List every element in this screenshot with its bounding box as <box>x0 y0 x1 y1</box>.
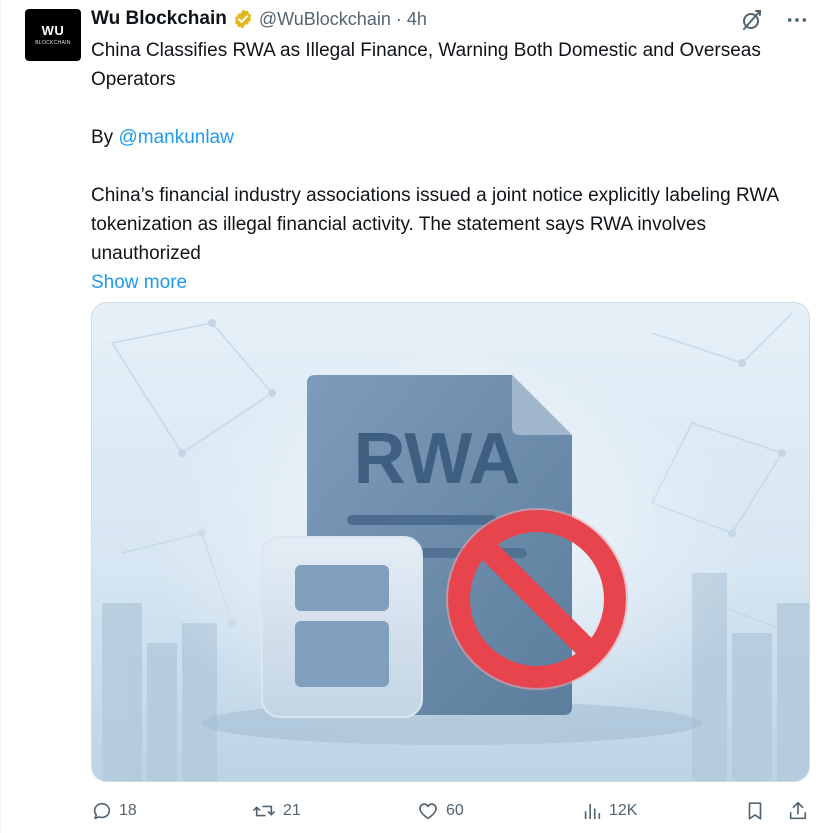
like-button[interactable]: 60 <box>416 800 464 822</box>
display-name[interactable]: Wu Blockchain <box>91 8 227 30</box>
views-count: 12K <box>609 802 638 819</box>
user-handle[interactable]: @WuBlockchain <box>259 9 391 30</box>
bookmark-icon <box>748 802 762 820</box>
tweet-text: China Classifies RWA as Illegal Finance,… <box>91 36 806 297</box>
tweet-timestamp[interactable]: 4h <box>407 9 427 30</box>
slash-circle-icon[interactable] <box>740 8 764 32</box>
show-more-link[interactable]: Show more <box>91 272 187 293</box>
avatar-logo-subtext: BLOCKCHAIN <box>35 40 71 46</box>
tweet-media-image[interactable]: RWA <box>91 302 810 782</box>
tweet-body-text: China’s financial industry associations … <box>91 185 779 264</box>
byline-prefix: By <box>91 127 119 148</box>
avatar-logo-text: WU <box>41 23 65 38</box>
reply-count: 18 <box>119 802 137 819</box>
reply-icon <box>93 802 111 820</box>
tweet-actions-bar: 18 21 60 12K <box>91 798 810 828</box>
repost-button[interactable]: 21 <box>251 800 301 822</box>
tweet-card[interactable]: WU BLOCKCHAIN Wu Blockchain @WuBlockchai… <box>0 0 825 833</box>
document-rwa-label: RWA <box>354 419 521 499</box>
bookmark-button[interactable] <box>744 800 766 822</box>
header-actions <box>740 8 808 32</box>
tweet-header: Wu Blockchain @WuBlockchain · 4h <box>91 8 427 30</box>
like-icon <box>419 803 437 820</box>
byline: By @mankunlaw <box>91 123 806 152</box>
views-button[interactable]: 12K <box>581 800 637 822</box>
reply-button[interactable]: 18 <box>91 800 137 822</box>
more-dots-icon[interactable] <box>786 9 808 31</box>
repost-icon <box>253 805 275 817</box>
mention-link[interactable]: @mankunlaw <box>118 127 233 148</box>
like-count: 60 <box>446 802 464 819</box>
repost-count: 21 <box>283 802 301 819</box>
share-button[interactable] <box>787 800 809 822</box>
verified-badge-icon[interactable] <box>232 8 254 30</box>
share-icon <box>789 801 807 820</box>
tweet-title-line: China Classifies RWA as Illegal Finance,… <box>91 40 761 90</box>
views-icon <box>584 803 601 820</box>
avatar[interactable]: WU BLOCKCHAIN <box>25 9 81 61</box>
header-separator: · <box>395 8 402 29</box>
